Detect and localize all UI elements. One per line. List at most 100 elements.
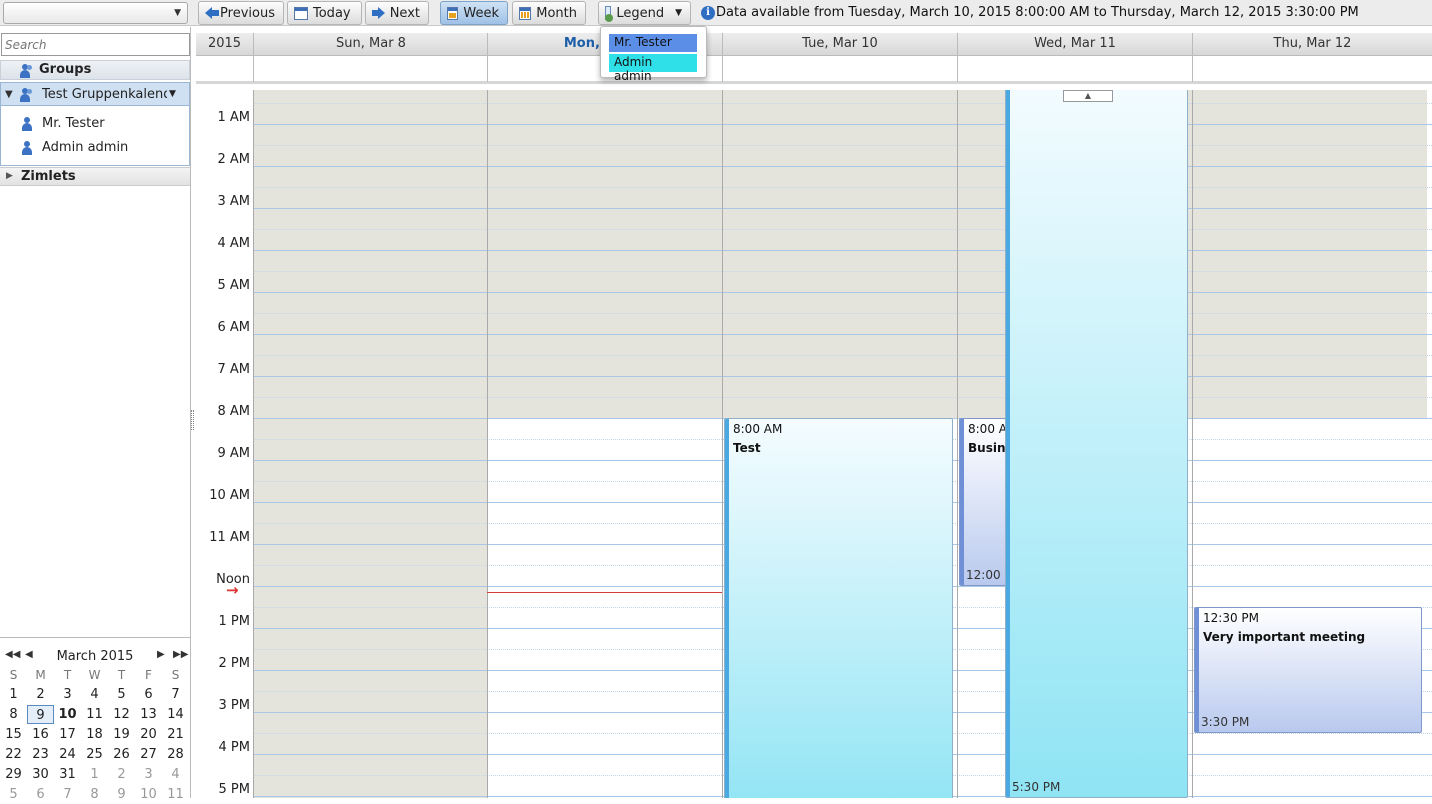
previous-button[interactable]: Previous — [198, 1, 284, 25]
calendar-icon — [294, 6, 308, 20]
mini-calendar-day[interactable]: 6 — [27, 785, 54, 804]
mini-calendar-day[interactable]: 31 — [54, 765, 81, 784]
scroll-up-icon[interactable]: ▲ — [1063, 90, 1113, 102]
mini-calendar-day[interactable]: 23 — [27, 745, 54, 764]
week-view-button[interactable]: Week — [440, 1, 508, 25]
mini-calendar-day[interactable]: 5 — [108, 685, 135, 704]
time-label: 4 AM — [217, 236, 250, 251]
day-header[interactable]: Wed, Mar 11 — [957, 33, 1192, 56]
day-header[interactable]: Sun, Mar 8 — [253, 33, 488, 56]
mini-calendar-day[interactable]: 6 — [135, 685, 162, 704]
groups-header[interactable]: Groups — [0, 60, 190, 80]
next-label: Next — [389, 5, 420, 21]
mini-calendar-dow: T — [63, 668, 72, 682]
group-item[interactable]: ▼ Test Gruppenkalender ▼ — [0, 82, 190, 106]
member-item[interactable]: Admin admin — [1, 137, 189, 157]
expand-triangle-icon: ▶ — [6, 171, 13, 181]
mini-calendar-day[interactable]: 16 — [27, 725, 54, 744]
appointment[interactable]: 8:00 AM Test — [724, 418, 953, 798]
mini-calendar-day[interactable]: 11 — [162, 785, 189, 804]
mini-calendar-day[interactable]: 29 — [0, 765, 27, 784]
day-column[interactable] — [487, 90, 722, 798]
mini-calendar-day[interactable]: 25 — [81, 745, 108, 764]
time-label: 8 AM — [217, 404, 250, 419]
all-day-cell[interactable] — [253, 56, 488, 82]
mini-calendar-day[interactable]: 9 — [27, 705, 54, 724]
toolbar: ▼ Previous Today Next Week Month Legend … — [0, 0, 1432, 26]
mini-calendar-day[interactable]: 28 — [162, 745, 189, 764]
appointment-start-time: 8:00 AM — [968, 422, 1005, 436]
mini-calendar-day[interactable]: 11 — [81, 705, 108, 724]
mini-calendar-day[interactable]: 7 — [54, 785, 81, 804]
mini-calendar-day[interactable]: 2 — [27, 685, 54, 704]
mini-calendar-day[interactable]: 1 — [0, 685, 27, 704]
all-day-cell[interactable] — [1192, 56, 1432, 82]
mini-calendar-day[interactable]: 5 — [0, 785, 27, 804]
mini-calendar-day[interactable]: 22 — [0, 745, 27, 764]
mini-calendar-day[interactable]: 8 — [0, 705, 27, 724]
appointment-title: Business — [968, 441, 1006, 455]
mini-calendar-day[interactable]: 19 — [108, 725, 135, 744]
next-year-icon[interactable]: ▶▶ — [173, 649, 188, 660]
mini-calendar-day[interactable]: 10 — [135, 785, 162, 804]
person-icon — [20, 117, 34, 131]
mini-calendar-day[interactable]: 10 — [54, 705, 81, 724]
mini-calendar-day[interactable]: 20 — [135, 725, 162, 744]
mini-calendar-day[interactable]: 27 — [135, 745, 162, 764]
mini-calendar-day[interactable]: 18 — [81, 725, 108, 744]
appointment-start-time: 12:30 PM — [1203, 611, 1259, 625]
mini-calendar-day[interactable]: 26 — [108, 745, 135, 764]
time-label: 4 PM — [218, 740, 250, 755]
group-icon — [18, 64, 32, 78]
time-label: 1 AM — [217, 110, 250, 125]
groups-header-label: Groups — [39, 62, 92, 77]
mini-calendar-day[interactable]: 3 — [135, 765, 162, 784]
mini-calendar-dow: S — [9, 668, 18, 682]
day-header[interactable]: Thu, Mar 12 — [1192, 33, 1432, 56]
all-day-cell[interactable] — [722, 56, 957, 82]
mini-calendar-day[interactable]: 8 — [81, 785, 108, 804]
next-month-icon[interactable]: ▶ — [157, 649, 165, 660]
mini-calendar-day[interactable]: 13 — [135, 705, 162, 724]
appointment[interactable]: 12:30 PM Very important meeting 3:30 PM — [1194, 607, 1422, 733]
person-icon — [20, 141, 34, 155]
search-input[interactable] — [1, 33, 190, 56]
legend-button[interactable]: Legend ▼ — [598, 1, 691, 25]
day-column[interactable] — [253, 90, 488, 798]
mini-calendar-day[interactable]: 9 — [108, 785, 135, 804]
mini-calendar-day[interactable]: 15 — [0, 725, 27, 744]
appointment[interactable]: 5:30 PM — [1005, 90, 1188, 798]
appointment-end-time: 3:30 PM — [1201, 715, 1250, 729]
month-view-button[interactable]: Month — [512, 1, 586, 25]
mini-calendar-dow: S — [171, 668, 180, 682]
mini-calendar-day[interactable]: 3 — [54, 685, 81, 704]
mini-calendar-day[interactable]: 14 — [162, 705, 189, 724]
zimlets-label: Zimlets — [21, 169, 76, 184]
calendar-select[interactable]: ▼ — [3, 2, 188, 24]
chevron-down-icon: ▼ — [174, 8, 181, 18]
legend-item-admin[interactable]: Admin admin — [609, 54, 697, 83]
mini-calendar-day[interactable]: 17 — [54, 725, 81, 744]
chevron-down-icon[interactable]: ▼ — [169, 89, 176, 99]
mini-calendar-day[interactable]: 4 — [162, 765, 189, 784]
member-item[interactable]: Mr. Tester — [1, 113, 189, 133]
mini-calendar-day[interactable]: 4 — [81, 685, 108, 704]
next-button[interactable]: Next — [365, 1, 429, 25]
time-label: 3 PM — [218, 698, 250, 713]
mini-calendar-day[interactable]: 7 — [162, 685, 189, 704]
appointment[interactable]: 8:00 AM Business 12:00 PM — [959, 418, 1006, 586]
mini-calendar-day[interactable]: 1 — [81, 765, 108, 784]
day-header[interactable]: Tue, Mar 10 — [722, 33, 957, 56]
today-button[interactable]: Today — [287, 1, 362, 25]
legend-item-tester[interactable]: Mr. Tester — [609, 34, 697, 52]
mini-calendar-day[interactable]: 12 — [108, 705, 135, 724]
pane-splitter[interactable] — [191, 410, 194, 430]
mini-calendar-day[interactable]: 2 — [108, 765, 135, 784]
zimlets-header[interactable]: ▶ Zimlets — [0, 167, 190, 186]
expand-triangle-icon[interactable]: ▼ — [5, 89, 13, 100]
mini-calendar-day[interactable]: 30 — [27, 765, 54, 784]
all-day-cell[interactable] — [957, 56, 1192, 82]
mini-calendar: ◀◀ ◀ March 2015 ▶ ▶▶ S M T W T F S 1 2 3 4 5 6 7 8 9 10 1… — [0, 637, 190, 802]
mini-calendar-day[interactable]: 21 — [162, 725, 189, 744]
mini-calendar-day[interactable]: 24 — [54, 745, 81, 764]
